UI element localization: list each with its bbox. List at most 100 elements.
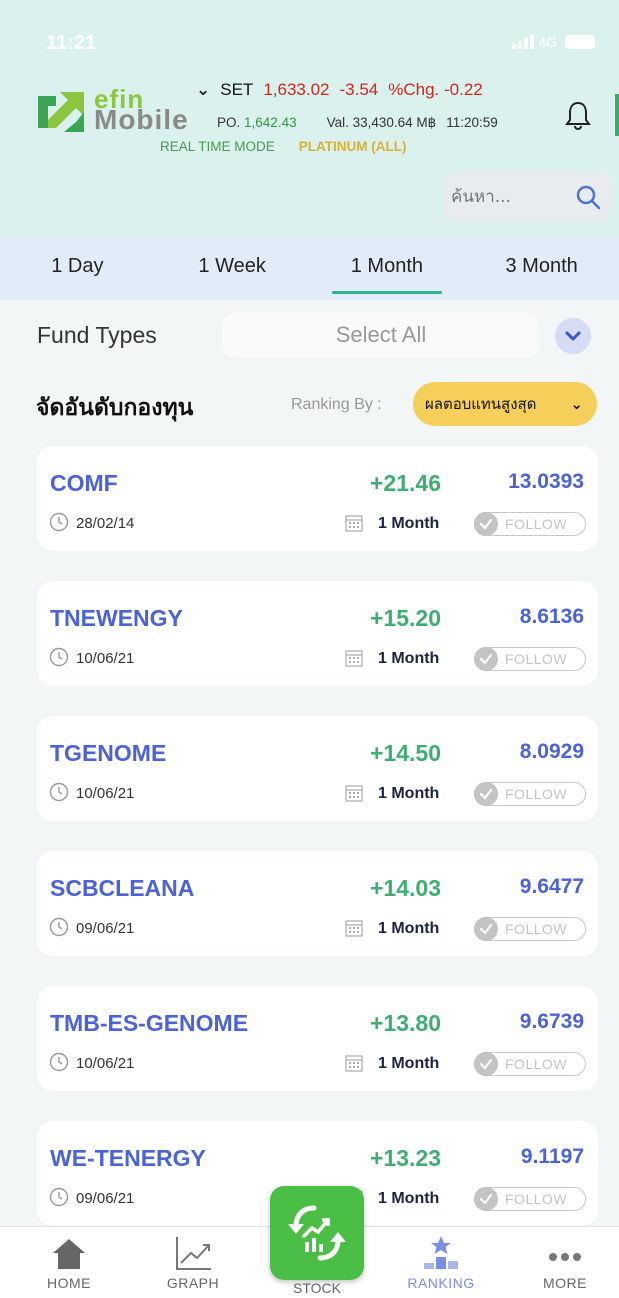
market-index: 1,633.02 xyxy=(263,80,330,99)
follow-label: FOLLOW xyxy=(505,651,568,667)
follow-button[interactable]: FOLLOW xyxy=(474,782,586,806)
follow-button[interactable]: FOLLOW xyxy=(474,512,586,536)
fund-code[interactable]: SCBCLEANA xyxy=(50,875,194,902)
fund-period: 1 Month xyxy=(378,515,440,532)
bell-icon[interactable] xyxy=(565,100,591,130)
market-summary[interactable]: ⌄ SET 1,633.02 -3.54 %Chg. -0.22 xyxy=(196,80,483,100)
follow-button[interactable]: FOLLOW xyxy=(474,647,586,671)
ranking-header: จัดอันดับกองทุน Ranking By : ผลตอบแทนสูง… xyxy=(0,380,619,432)
fund-change: +13.80 xyxy=(370,1010,441,1036)
fund-type-filter: Fund Types Select All xyxy=(0,312,619,360)
nav-home-label: HOME xyxy=(47,1275,91,1291)
clock-icon xyxy=(49,1187,69,1207)
fund-change: +14.50 xyxy=(370,740,441,766)
clock-icon xyxy=(49,917,69,937)
fund-date: 10/06/21 xyxy=(76,650,135,667)
check-icon xyxy=(474,782,498,806)
fund-code[interactable]: TGENOME xyxy=(50,740,166,767)
header-edge-bar xyxy=(615,94,619,136)
fund-change: +21.46 xyxy=(370,470,441,496)
calendar-icon xyxy=(345,515,363,532)
realtime-mode-label: REAL TIME MODE xyxy=(160,139,275,154)
follow-label: FOLLOW xyxy=(505,1056,568,1072)
ranking-by-value: ผลตอบแทนสูงสุด xyxy=(425,395,537,413)
ranking-icon xyxy=(424,1236,458,1269)
fund-code[interactable]: TNEWENGY xyxy=(50,605,183,632)
nav-graph-label: GRAPH xyxy=(166,1275,220,1291)
app-logo: efin Mobile xyxy=(36,84,196,144)
stock-icon xyxy=(288,1205,346,1261)
tab-1-week[interactable]: 1 Week xyxy=(155,236,310,300)
clock-icon xyxy=(49,1052,69,1072)
clock-icon xyxy=(49,647,69,667)
search-icon[interactable] xyxy=(575,184,601,210)
follow-button[interactable]: FOLLOW xyxy=(474,917,586,941)
fund-date: 10/06/21 xyxy=(76,1055,135,1072)
search-box[interactable] xyxy=(443,172,611,222)
calendar-icon xyxy=(345,920,363,937)
nav-home[interactable]: HOME xyxy=(19,1227,119,1298)
tab-1-month[interactable]: 1 Month xyxy=(310,236,465,300)
clock-icon xyxy=(49,782,69,802)
mode-row: REAL TIME MODE PLATINUM (ALL) xyxy=(160,139,407,154)
fund-card[interactable]: SCBCLEANA +14.03 9.6477 09/06/21 1 Month FOLL… xyxy=(37,851,598,956)
fund-card[interactable]: TGENOME +14.50 8.0929 10/06/21 1 Month FOLLOW xyxy=(37,716,598,821)
fund-period: 1 Month xyxy=(378,1055,440,1072)
ranking-title: จัดอันดับกองทุน xyxy=(36,395,194,421)
logo-mobile-text: Mobile xyxy=(94,104,189,135)
check-icon xyxy=(474,1187,498,1211)
fund-period: 1 Month xyxy=(378,785,440,802)
fund-nav: 9.6739 xyxy=(519,1010,584,1033)
fund-card[interactable]: COMF +21.46 13.0393 28/02/14 1 Month FOLLOW xyxy=(37,446,598,551)
check-icon xyxy=(474,512,498,536)
stock-button[interactable] xyxy=(270,1186,364,1280)
fund-card[interactable]: TNEWENGY +15.20 8.6136 10/06/21 1 Month FOLLO… xyxy=(37,581,598,686)
home-icon xyxy=(53,1239,85,1269)
market-dropdown-chevron-icon[interactable]: ⌄ xyxy=(196,80,210,100)
check-icon xyxy=(474,647,498,671)
market-pct-change: %Chg. -0.22 xyxy=(388,80,483,99)
check-icon xyxy=(474,1052,498,1076)
fund-code[interactable]: TMB-ES-GENOME xyxy=(50,1010,248,1037)
fund-change: +15.20 xyxy=(370,605,441,631)
market-details: PO. 1,642.43 Val. 33,430.64 M฿ 11:20:59 xyxy=(217,115,498,131)
calendar-icon xyxy=(345,785,363,802)
po-label: PO. xyxy=(217,115,241,130)
nav-ranking-label: RANKING xyxy=(407,1275,475,1291)
fund-date: 09/06/21 xyxy=(76,920,135,937)
more-icon xyxy=(549,1253,581,1261)
follow-button[interactable]: FOLLOW xyxy=(474,1187,586,1211)
network-type: 4G xyxy=(538,34,557,50)
fund-card[interactable]: TMB-ES-GENOME +13.80 9.6739 10/06/21 1 Month… xyxy=(37,986,598,1091)
chevron-down-icon[interactable] xyxy=(555,318,591,354)
po-value: 1,642.43 xyxy=(244,115,297,130)
fund-period: 1 Month xyxy=(378,1190,440,1207)
fund-change: +13.23 xyxy=(370,1145,441,1171)
follow-label: FOLLOW xyxy=(505,786,568,802)
fund-nav: 13.0393 xyxy=(508,470,584,493)
nav-graph[interactable]: GRAPH xyxy=(143,1227,243,1298)
market-change: -3.54 xyxy=(339,80,379,99)
ranking-by-dropdown[interactable]: ผลตอบแทนสูงสุด ⌄ xyxy=(413,382,597,426)
search-input[interactable] xyxy=(451,182,571,212)
fund-nav: 8.0929 xyxy=(519,740,584,763)
tab-1-day[interactable]: 1 Day xyxy=(0,236,155,300)
fund-date: 09/06/21 xyxy=(76,1190,135,1207)
plan-badge: PLATINUM (ALL) xyxy=(298,139,407,154)
nav-more-label: MORE xyxy=(543,1275,587,1291)
tab-3-month[interactable]: 3 Month xyxy=(464,236,619,300)
market-name: SET xyxy=(220,80,254,99)
nav-more[interactable]: MORE xyxy=(515,1227,615,1298)
graph-icon xyxy=(176,1237,211,1270)
nav-ranking[interactable]: RANKING xyxy=(391,1227,491,1298)
check-icon xyxy=(474,917,498,941)
fund-type-select[interactable]: Select All xyxy=(222,312,540,358)
fund-code[interactable]: COMF xyxy=(50,470,118,497)
follow-button[interactable]: FOLLOW xyxy=(474,1052,586,1076)
fund-date: 28/02/14 xyxy=(76,515,135,532)
fund-nav: 8.6136 xyxy=(519,605,584,628)
fund-code[interactable]: WE-TENERGY xyxy=(50,1145,206,1172)
status-time: 11:21 xyxy=(46,32,97,54)
fund-nav: 9.6477 xyxy=(519,875,584,898)
signal-icon xyxy=(512,35,535,49)
